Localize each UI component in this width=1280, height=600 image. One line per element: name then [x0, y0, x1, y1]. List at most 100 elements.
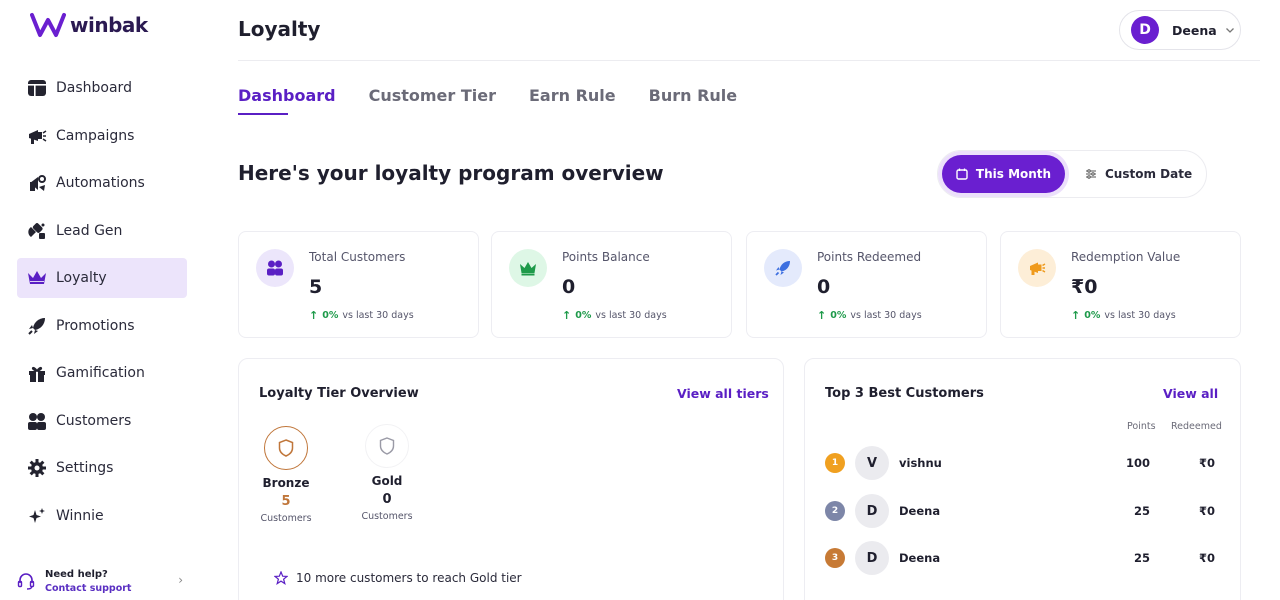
avatar: D [1131, 16, 1159, 44]
customer-name: vishnu [899, 456, 942, 470]
panel-title: Loyalty Tier Overview [259, 386, 419, 401]
gift-icon [26, 362, 48, 384]
stat-value: 0 [817, 276, 831, 298]
tier-bronze[interactable]: Bronze 5 Customers [246, 426, 326, 524]
tab-earn-rule[interactable]: Earn Rule [529, 86, 616, 105]
stat-label: Total Customers [309, 250, 406, 264]
arrow-up-icon: ↑ [1071, 309, 1081, 322]
custom-date-button[interactable]: Custom Date [1085, 155, 1192, 193]
tab-burn-rule[interactable]: Burn Rule [649, 86, 737, 105]
sidebar-item-label: Campaigns [56, 127, 135, 144]
trend-text: vs last 30 days [1104, 310, 1176, 321]
crown-icon [26, 267, 48, 289]
sidebar-nav: Dashboard Campaigns Automations Lead Gen… [17, 68, 187, 543]
customer-row[interactable]: 3 D Deena 25 ₹0 [825, 540, 1215, 576]
app-name: winbak [70, 13, 148, 37]
overview-heading: Here's your loyalty program overview [238, 161, 664, 185]
tab-dashboard[interactable]: Dashboard [238, 86, 336, 115]
stat-trend: ↑ 0% vs last 30 days [309, 309, 414, 322]
customer-redeemed: ₹0 [1198, 551, 1215, 565]
sidebar-item-settings[interactable]: Settings [17, 448, 187, 488]
stat-label: Points Redeemed [817, 250, 922, 264]
chevron-down-icon [1225, 28, 1234, 33]
megaphone-icon [26, 125, 48, 147]
view-all-customers-link[interactable]: View all [1163, 386, 1218, 401]
contact-support-link[interactable]: Contact support [45, 583, 131, 594]
sidebar-item-winnie[interactable]: Winnie [17, 496, 187, 536]
winbak-logo[interactable]: winbak [30, 12, 148, 38]
rocket-icon [26, 315, 48, 337]
sidebar-item-loyalty[interactable]: Loyalty [17, 258, 187, 298]
arrow-up-icon: ↑ [817, 309, 827, 322]
star-icon [274, 571, 288, 585]
stat-card-points-redeemed: Points Redeemed 0 ↑ 0% vs last 30 days [746, 231, 987, 338]
sidebar-item-label: Loyalty [56, 270, 107, 286]
dashboard-icon [26, 77, 48, 99]
avatar: D [855, 541, 889, 575]
trend-percent: 0% [322, 310, 339, 321]
customer-name: Deena [899, 551, 941, 565]
customer-name: Deena [899, 504, 941, 518]
sidebar-item-gamification[interactable]: Gamification [17, 353, 187, 393]
user-menu[interactable]: D Deena [1119, 10, 1241, 50]
stat-value: 5 [309, 276, 323, 298]
stat-label: Points Balance [562, 250, 650, 264]
tier-count: 0 [382, 492, 392, 507]
trend-percent: 0% [830, 310, 847, 321]
tier-goal-text: 10 more customers to reach Gold tier [296, 571, 522, 585]
help-section[interactable]: Need help? Contact support › [17, 564, 187, 598]
stat-card-total-customers: Total Customers 5 ↑ 0% vs last 30 days [238, 231, 479, 338]
filter-icon [1086, 169, 1096, 179]
chevron-right-icon[interactable]: › [178, 573, 183, 587]
trend-percent: 0% [575, 310, 592, 321]
sidebar-item-campaigns[interactable]: Campaigns [17, 116, 187, 156]
loyalty-tier-overview-panel: Loyalty Tier Overview View all tiers Bro… [238, 358, 784, 600]
winbak-logo-icon [30, 13, 66, 37]
sidebar-item-lead-gen[interactable]: Lead Gen [17, 211, 187, 251]
tab-customer-tier[interactable]: Customer Tier [369, 86, 496, 105]
megaphone-icon [1018, 249, 1056, 287]
sparkle-icon [26, 505, 48, 527]
page-title: Loyalty [238, 17, 321, 41]
shield-icon [264, 426, 308, 470]
sidebar-item-label: Settings [56, 460, 114, 476]
rank-badge: 2 [825, 501, 845, 521]
this-month-label: This Month [975, 167, 1052, 181]
sidebar-item-automations[interactable]: Automations [17, 163, 187, 203]
sidebar-item-label: Lead Gen [56, 222, 123, 239]
tier-name: Gold [371, 474, 403, 488]
sidebar-item-customers[interactable]: Customers [17, 401, 187, 441]
users-icon [256, 249, 294, 287]
sidebar-item-dashboard[interactable]: Dashboard [17, 68, 187, 108]
magnet-icon [26, 220, 48, 242]
arrow-up-icon: ↑ [309, 309, 319, 322]
stat-trend: ↑ 0% vs last 30 days [1071, 309, 1176, 322]
tier-gold[interactable]: Gold 0 Customers [347, 424, 427, 522]
sidebar: winbak Dashboard Campaigns Automations L… [0, 0, 205, 600]
trend-text: vs last 30 days [850, 310, 922, 321]
sidebar-item-promotions[interactable]: Promotions [17, 306, 187, 346]
rank-badge: 3 [825, 548, 845, 568]
customer-points: 25 [1133, 551, 1150, 565]
stat-trend: ↑ 0% vs last 30 days [817, 309, 922, 322]
customer-row[interactable]: 2 D Deena 25 ₹0 [825, 493, 1215, 529]
rank-badge: 1 [825, 453, 845, 473]
customer-redeemed: ₹0 [1198, 456, 1215, 470]
customer-points: 25 [1133, 504, 1150, 518]
view-all-tiers-link[interactable]: View all tiers [677, 386, 769, 401]
sidebar-item-label: Customers [56, 412, 132, 429]
column-header-redeemed: Redeemed [1171, 421, 1222, 432]
trend-text: vs last 30 days [342, 310, 414, 321]
stat-card-redemption-value: Redemption Value ₹0 ↑ 0% vs last 30 days [1000, 231, 1241, 338]
this-month-button[interactable]: This Month [942, 155, 1065, 193]
customer-row[interactable]: 1 V vishnu 100 ₹0 [825, 445, 1215, 481]
stat-trend: ↑ 0% vs last 30 days [562, 309, 667, 322]
gear-icon [26, 457, 48, 479]
tab-bar: Dashboard Customer Tier Earn Rule Burn R… [238, 86, 770, 115]
customer-redeemed: ₹0 [1198, 504, 1215, 518]
stat-card-points-balance: Points Balance 0 ↑ 0% vs last 30 days [491, 231, 732, 338]
stat-value: ₹0 [1071, 276, 1098, 298]
sidebar-item-label: Dashboard [56, 80, 132, 96]
users-icon [26, 410, 48, 432]
avatar: D [855, 494, 889, 528]
